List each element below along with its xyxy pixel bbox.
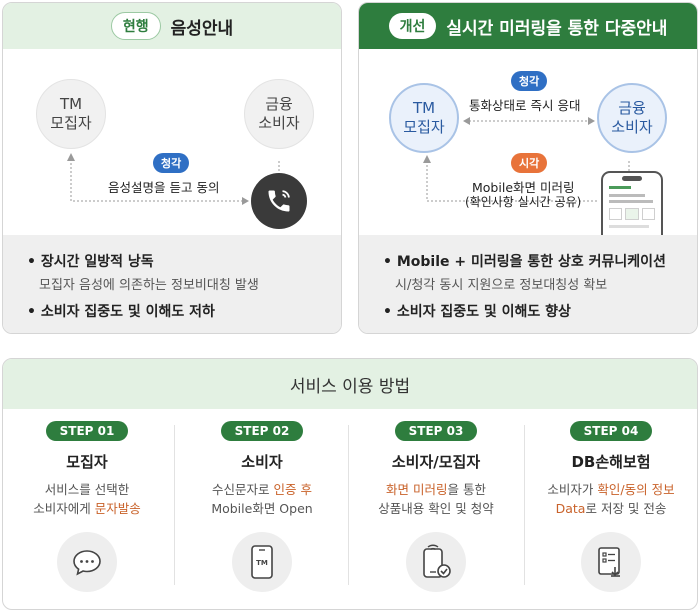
improved-caption-top: 통화상태로 즉시 응대 <box>469 98 581 113</box>
improved-panel-header: 개선 실시간 미러링을 통한 다중안내 <box>359 3 697 49</box>
step-1-title: 모집자 <box>66 453 108 471</box>
service-header: 서비스 이용 방법 <box>3 359 697 409</box>
current-tm-label: TM 모집자 <box>50 95 92 132</box>
current-panel: 현행 음성안내 TM 모집자 금융 소비자 청각 음성설명을 듣고 동의 • 장… <box>2 2 342 334</box>
step-2-pill: STEP 02 <box>220 421 304 441</box>
document-icon <box>581 532 641 592</box>
current-tm-node: TM 모집자 <box>36 79 106 149</box>
step-1-pill: STEP 01 <box>45 421 129 441</box>
improved-bullet-1-sub: 시/청각 동시 지원으로 정보대칭성 확보 <box>395 278 608 293</box>
step-3-pill: STEP 03 <box>394 421 478 441</box>
current-title: 음성안내 <box>170 18 234 39</box>
improved-bullet-1: • Mobile + 미러링을 통한 상호 커뮤니케이션 <box>383 254 666 270</box>
step-4-title: DB손해보험 <box>571 453 651 471</box>
step-3-title: 소비자/모집자 <box>391 453 481 471</box>
phone-call-icon <box>251 173 307 229</box>
improved-audio-badge: 청각 <box>511 71 548 91</box>
improved-consumer-label: 금융 소비자 <box>611 99 653 136</box>
mobile-mirror-icon <box>601 171 663 239</box>
improved-bullet-2: • 소비자 집중도 및 이해도 향상 <box>383 304 571 320</box>
improved-tm-node: TM 모집자 <box>389 83 459 153</box>
improved-tm-label: TM 모집자 <box>403 99 445 136</box>
phone-tm-icon: TM <box>232 532 292 592</box>
step-1-desc: 서비스를 선택한 소비자에게 문자발송 <box>33 482 141 516</box>
step-2-desc: 수신문자로 인증 후 Mobile화면 Open <box>211 482 313 516</box>
step-4-pill: STEP 04 <box>569 421 653 441</box>
step-3: STEP 03 소비자/모집자 화면 미러링을 통한 상품내용 확인 및 청약 <box>349 420 523 592</box>
phone-check-icon <box>406 532 466 592</box>
current-panel-header: 현행 음성안내 <box>3 3 341 49</box>
chat-icon <box>57 532 117 592</box>
current-audio-badge: 청각 <box>153 153 190 173</box>
current-bullet-1: • 장시간 일방적 낭독 <box>27 254 154 270</box>
improved-tag: 개선 <box>388 13 437 39</box>
svg-text:TM: TM <box>256 559 268 567</box>
current-bullet-2: • 소비자 집중도 및 이해도 저하 <box>27 304 215 320</box>
current-caption: 음성설명을 듣고 동의 <box>108 180 220 195</box>
step-2: STEP 02 소비자 수신문자로 인증 후 Mobile화면 Open TM <box>175 420 349 592</box>
improved-summary: • Mobile + 미러링을 통한 상호 커뮤니케이션 시/청각 동시 지원으… <box>359 235 697 333</box>
improved-consumer-node: 금융 소비자 <box>597 83 667 153</box>
current-consumer-label: 금융 소비자 <box>258 95 300 132</box>
improved-visual-badge: 시각 <box>511 153 548 173</box>
step-4-desc: 소비자가 확인/동의 정보 Data로 저장 및 전송 <box>547 482 675 516</box>
improved-caption-bottom-2: (확인사항 실시간 공유) <box>465 195 582 209</box>
current-summary: • 장시간 일방적 낭독 모집자 음성에 의존하는 정보비대칭 발생 • 소비자… <box>3 235 341 333</box>
improved-title: 실시간 미러링을 통한 다중안내 <box>446 18 668 39</box>
current-consumer-node: 금융 소비자 <box>244 79 314 149</box>
step-4: STEP 04 DB손해보험 소비자가 확인/동의 정보 Data로 저장 및 … <box>524 420 698 592</box>
current-bullet-1-sub: 모집자 음성에 의존하는 정보비대칭 발생 <box>39 278 259 293</box>
improved-panel: 개선 실시간 미러링을 통한 다중안내 TM 모집자 금융 소비자 청각 통화상… <box>358 2 698 334</box>
current-tag: 현행 <box>110 12 161 40</box>
step-3-desc: 화면 미러링을 통한 상품내용 확인 및 청약 <box>378 482 494 516</box>
step-1: STEP 01 모집자 서비스를 선택한 소비자에게 문자발송 <box>0 420 174 592</box>
service-title: 서비스 이용 방법 <box>289 376 411 397</box>
step-2-title: 소비자 <box>241 453 283 471</box>
